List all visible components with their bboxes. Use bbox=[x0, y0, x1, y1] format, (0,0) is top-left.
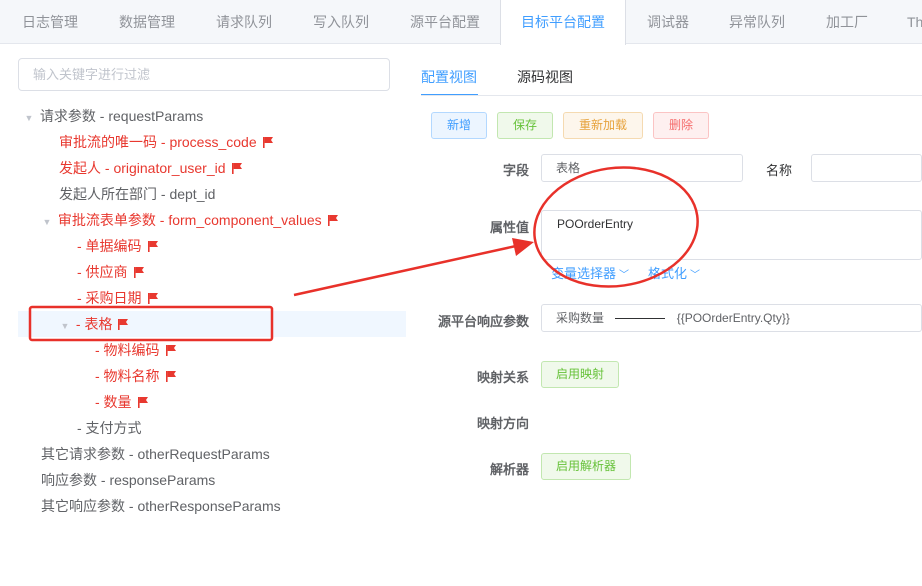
tree-node-label: 发起人所在部门 - dept_id bbox=[59, 186, 216, 202]
tree-node-purchase-date[interactable]: - 采购日期 bbox=[18, 285, 406, 311]
tree-node-material-code[interactable]: - 物料编码 bbox=[18, 337, 406, 363]
attr-value-label: 属性值 bbox=[489, 220, 529, 235]
save-button[interactable]: 保存 bbox=[497, 112, 553, 139]
red-flag-icon bbox=[262, 137, 273, 148]
tree-node-label: 其它请求参数 - otherRequestParams bbox=[41, 446, 270, 462]
tab-divider bbox=[421, 95, 922, 96]
tab-source-view[interactable]: 源码视图 bbox=[517, 66, 573, 96]
tree-node-quantity[interactable]: - 数量 bbox=[18, 389, 406, 415]
red-flag-icon bbox=[327, 215, 338, 226]
tab-overflow[interactable]: Th bbox=[907, 0, 922, 44]
tree-node-label: 审批流的唯一码 - process_code bbox=[59, 134, 257, 150]
chevron-down-icon: ﹀ bbox=[619, 270, 630, 281]
tab-data-management[interactable]: 数据管理 bbox=[119, 0, 175, 44]
tree-node-label: - 数量 bbox=[95, 394, 132, 410]
tree-node-other-response-params[interactable]: 其它响应参数 - otherResponseParams bbox=[18, 493, 406, 519]
name-input[interactable] bbox=[811, 154, 922, 182]
reload-button[interactable]: 重新加载 bbox=[563, 112, 643, 139]
tree-node-originator-user-id[interactable]: 发起人 - originator_user_id bbox=[18, 155, 406, 181]
tree-node-label: - 物料编码 bbox=[95, 342, 160, 358]
variable-selector-label: 变量选择器 bbox=[551, 266, 617, 281]
enable-parser-button[interactable]: 启用解析器 bbox=[541, 453, 632, 480]
tree-node-payment-method[interactable]: - 支付方式 bbox=[18, 415, 406, 441]
tree-node-process-code[interactable]: 审批流的唯一码 - process_code bbox=[18, 129, 406, 155]
tree-node-label: - 单据编码 bbox=[77, 238, 142, 254]
attr-value-textarea[interactable]: POOrderEntry bbox=[541, 210, 922, 260]
tree-node-label: - 支付方式 bbox=[77, 420, 142, 436]
tab-source-platform-config[interactable]: 源平台配置 bbox=[410, 0, 480, 44]
source-response-key: 采购数量 bbox=[556, 311, 605, 325]
name-label: 名称 bbox=[765, 163, 792, 178]
format-label: 格式化 bbox=[648, 266, 688, 281]
red-flag-icon bbox=[118, 319, 129, 330]
tab-target-platform-config[interactable]: 目标平台配置 bbox=[500, 0, 626, 45]
tree-node-form-component-values[interactable]: ▼ 审批流表单参数 - form_component_values bbox=[18, 207, 406, 233]
tab-exception-queue[interactable]: 异常队列 bbox=[729, 0, 785, 44]
red-flag-icon bbox=[147, 241, 158, 252]
red-flag-icon bbox=[165, 371, 176, 382]
red-flag-icon bbox=[133, 267, 144, 278]
red-flag-icon bbox=[165, 345, 176, 356]
mapping-label: 映射关系 bbox=[476, 370, 529, 385]
tree-node-document-code[interactable]: - 单据编码 bbox=[18, 233, 406, 259]
caret-down-icon[interactable]: ▼ bbox=[58, 313, 72, 339]
delete-button[interactable]: 删除 bbox=[653, 112, 709, 139]
source-response-label: 源平台响应参数 bbox=[437, 314, 529, 329]
tree-node-label: 发起人 - originator_user_id bbox=[59, 160, 226, 176]
source-response-field[interactable]: 采购数量 {{POOrderEntry.Qty}} bbox=[541, 304, 922, 332]
tree-node-label: 其它响应参数 - otherResponseParams bbox=[41, 498, 281, 514]
tree-node-label: - 采购日期 bbox=[77, 290, 142, 306]
tab-request-queue[interactable]: 请求队列 bbox=[216, 0, 272, 44]
tree-node-other-request-params[interactable]: 其它请求参数 - otherRequestParams bbox=[18, 441, 406, 467]
red-flag-icon bbox=[147, 293, 158, 304]
variable-selector-link[interactable]: 变量选择器 ﹀ bbox=[551, 263, 629, 282]
field-input[interactable]: 表格 bbox=[541, 154, 743, 182]
filter-input[interactable] bbox=[18, 58, 390, 91]
tree-node-label: 响应参数 - responseParams bbox=[41, 472, 216, 488]
red-flag-icon bbox=[137, 397, 148, 408]
tree-node-request-params[interactable]: ▼ 请求参数 - requestParams bbox=[18, 103, 406, 129]
top-tab-bar: 日志管理 数据管理 请求队列 写入队列 源平台配置 目标平台配置 调试器 异常队… bbox=[0, 0, 922, 45]
format-link[interactable]: 格式化 ﹀ bbox=[648, 263, 700, 282]
dash-divider bbox=[615, 318, 666, 320]
enable-mapping-button[interactable]: 启用映射 bbox=[541, 361, 620, 388]
tree-node-label: - 物料名称 bbox=[95, 368, 160, 384]
tree-node-material-name[interactable]: - 物料名称 bbox=[18, 363, 406, 389]
tree-node-response-params[interactable]: 响应参数 - responseParams bbox=[18, 467, 406, 493]
tab-log-management[interactable]: 日志管理 bbox=[22, 0, 78, 44]
field-label: 字段 bbox=[502, 163, 529, 178]
tree-node-supplier[interactable]: - 供应商 bbox=[18, 259, 406, 285]
new-button[interactable]: 新增 bbox=[431, 112, 487, 139]
tab-debugger[interactable]: 调试器 bbox=[647, 0, 689, 44]
annotation-arrowhead bbox=[512, 238, 534, 256]
tree-node-label: - 供应商 bbox=[77, 264, 128, 280]
tab-processing-factory[interactable]: 加工厂 bbox=[826, 0, 868, 44]
red-flag-icon bbox=[231, 163, 242, 174]
chevron-down-icon: ﹀ bbox=[690, 270, 701, 281]
tree-node-label: 请求参数 - requestParams bbox=[39, 108, 204, 124]
tab-write-queue[interactable]: 写入队列 bbox=[313, 0, 369, 44]
source-response-value: {{POOrderEntry.Qty}} bbox=[676, 311, 790, 325]
tree-node-dept-id[interactable]: 发起人所在部门 - dept_id bbox=[18, 181, 406, 207]
tab-config-view[interactable]: 配置视图 bbox=[421, 66, 478, 96]
mapping-direction-label: 映射方向 bbox=[476, 416, 529, 431]
caret-down-icon[interactable]: ▼ bbox=[40, 209, 54, 235]
parser-label: 解析器 bbox=[489, 462, 529, 477]
tree-node-label: - 表格 bbox=[75, 316, 113, 332]
caret-down-icon[interactable]: ▼ bbox=[22, 105, 36, 131]
tree-node-label: 审批流表单参数 - form_component_values bbox=[57, 212, 322, 228]
tree-node-table[interactable]: ▼ - 表格 bbox=[18, 311, 406, 337]
